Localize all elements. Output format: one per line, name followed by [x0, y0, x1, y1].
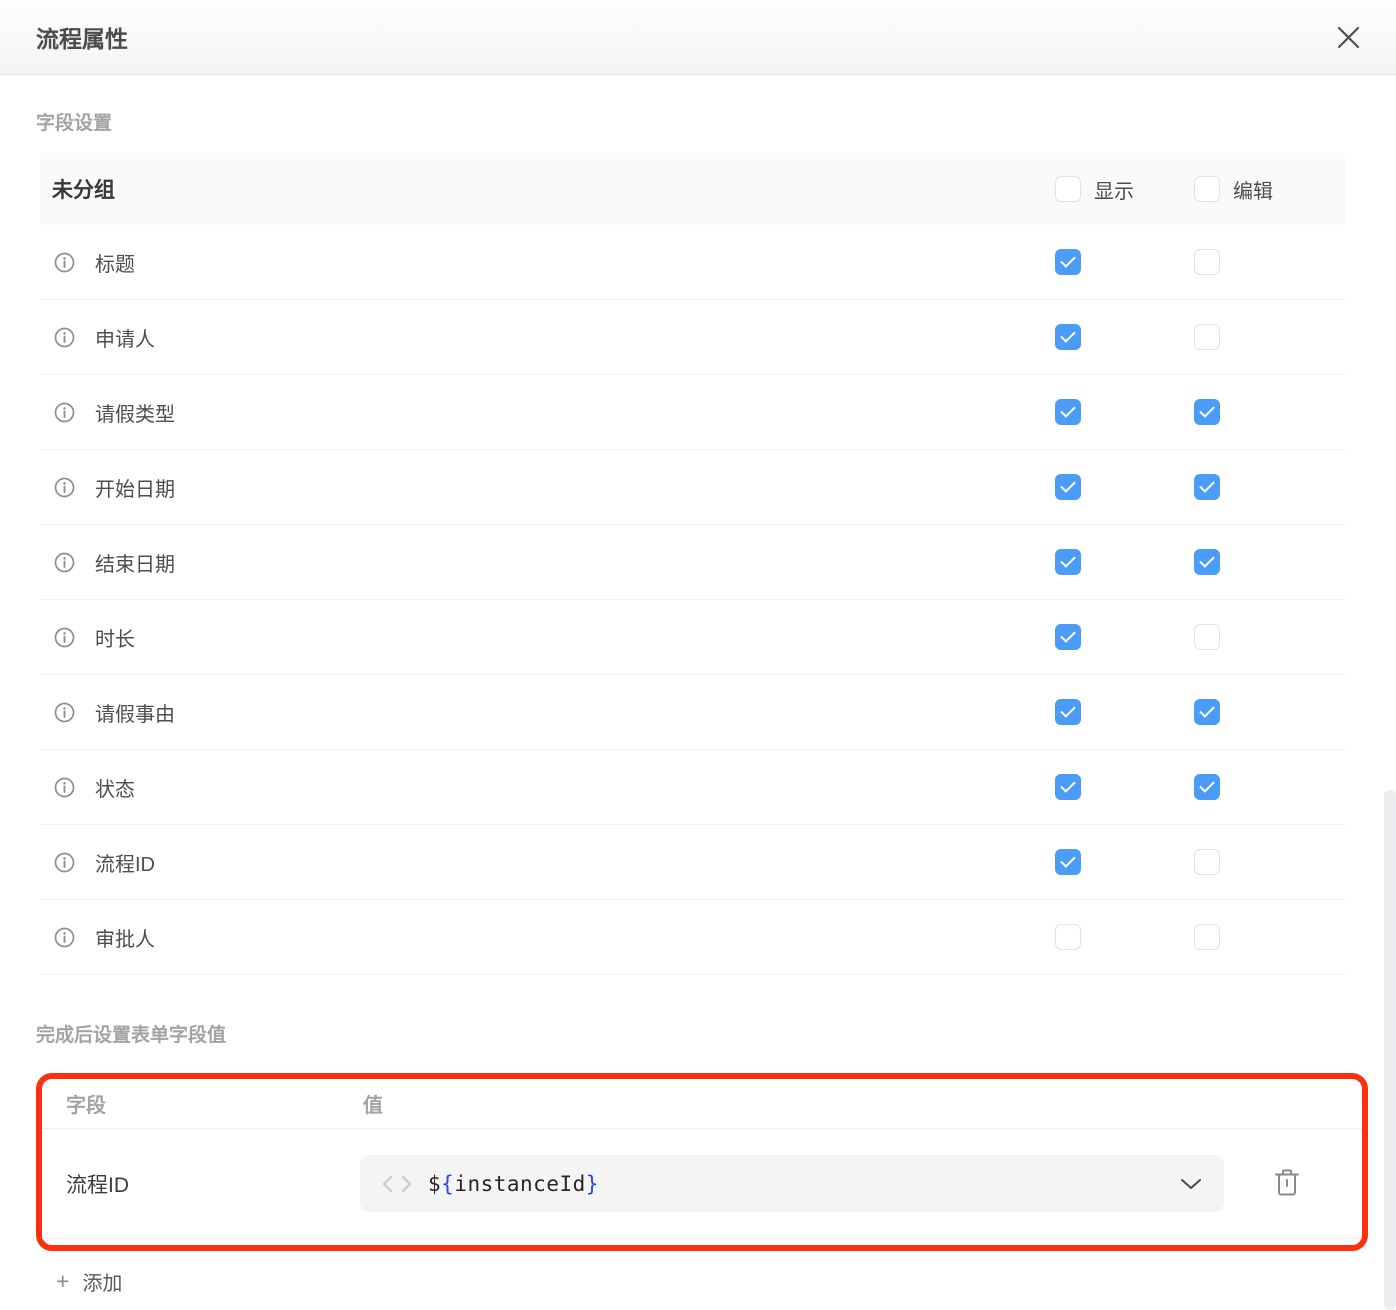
- field-label: 状态: [95, 773, 135, 802]
- value-expression: ${instanceId}: [428, 1172, 599, 1196]
- field-row: 申请人: [40, 300, 1345, 375]
- info-icon: [54, 627, 75, 648]
- display-checkbox[interactable]: [1055, 549, 1081, 575]
- info-icon: [54, 402, 75, 423]
- display-checkbox[interactable]: [1055, 924, 1081, 950]
- display-checkbox[interactable]: [1055, 624, 1081, 650]
- info-icon: [54, 552, 75, 573]
- edit-checkbox[interactable]: [1194, 549, 1220, 575]
- annotation-red-box: 字段 值 流程ID ${instanceId}: [36, 1073, 1368, 1251]
- post-completion-field-name: 流程ID: [66, 1169, 129, 1199]
- dialog-header: 流程属性: [0, 0, 1396, 75]
- field-settings-table: 未分组 显示 编辑 标题申请人请假类型开始日期结束日期时长请假事由状态流程ID 审…: [40, 153, 1345, 975]
- info-icon: [54, 927, 75, 948]
- scrollbar-thumb[interactable]: [1384, 790, 1396, 1310]
- delete-row-button[interactable]: [1274, 1169, 1300, 1197]
- add-button-label: 添加: [82, 1267, 122, 1296]
- edit-checkbox[interactable]: [1194, 849, 1220, 875]
- edit-checkbox[interactable]: [1194, 924, 1220, 950]
- field-row: 时长: [40, 600, 1345, 675]
- post-completion-header-row: 字段 值: [42, 1079, 1362, 1129]
- edit-checkbox[interactable]: [1194, 474, 1220, 500]
- field-row: 审批人: [40, 900, 1345, 975]
- field-settings-section-title: 字段设置: [36, 108, 1396, 135]
- info-icon: [54, 852, 75, 873]
- field-row: 状态: [40, 750, 1345, 825]
- dialog-body: 字段设置 未分组 显示 编辑 标题申请人请假类型开始日期结束日期时长请假事由状态…: [0, 108, 1396, 1296]
- field-label: 标题: [95, 248, 135, 277]
- display-checkbox[interactable]: [1055, 249, 1081, 275]
- display-checkbox[interactable]: [1055, 849, 1081, 875]
- field-row: 请假事由: [40, 675, 1345, 750]
- info-icon: [54, 777, 75, 798]
- display-column-label: 显示: [1094, 175, 1134, 204]
- field-rows: 标题申请人请假类型开始日期结束日期时长请假事由状态流程ID 审批人: [40, 225, 1345, 975]
- field-row: 请假类型: [40, 375, 1345, 450]
- field-label: 时长: [95, 623, 135, 652]
- field-row: 开始日期: [40, 450, 1345, 525]
- field-row: 标题: [40, 225, 1345, 300]
- group-name: 未分组: [52, 174, 115, 204]
- plus-icon: +: [56, 1270, 69, 1293]
- field-label: 开始日期: [95, 473, 175, 502]
- field-label: 审批人: [95, 923, 155, 952]
- value-column-header: 值: [363, 1089, 383, 1118]
- display-checkbox[interactable]: [1055, 699, 1081, 725]
- close-button[interactable]: [1330, 19, 1366, 55]
- edit-checkbox[interactable]: [1194, 399, 1220, 425]
- display-checkbox[interactable]: [1055, 399, 1081, 425]
- edit-checkbox[interactable]: [1194, 324, 1220, 350]
- edit-all-checkbox[interactable]: [1194, 176, 1220, 202]
- info-icon: [54, 702, 75, 723]
- field-column-header: 字段: [66, 1089, 106, 1118]
- close-icon: [1335, 24, 1362, 51]
- field-row: 结束日期: [40, 525, 1345, 600]
- process-properties-dialog: 流程属性 字段设置 未分组 显示 编辑 标题申请人请假类型开始日期结束日期时长请…: [0, 0, 1396, 1306]
- edit-checkbox[interactable]: [1194, 699, 1220, 725]
- info-icon: [54, 327, 75, 348]
- field-row: 流程ID: [40, 825, 1345, 900]
- value-select[interactable]: ${instanceId}: [360, 1155, 1224, 1212]
- display-checkbox[interactable]: [1055, 474, 1081, 500]
- edit-column-label: 编辑: [1233, 175, 1273, 204]
- post-completion-section-title: 完成后设置表单字段值: [36, 1020, 1396, 1047]
- post-completion-row: 流程ID ${instanceId}: [42, 1129, 1362, 1239]
- info-icon: [54, 477, 75, 498]
- display-checkbox[interactable]: [1055, 324, 1081, 350]
- field-label: 流程ID: [95, 848, 155, 877]
- field-label: 结束日期: [95, 548, 175, 577]
- display-all-checkbox[interactable]: [1055, 176, 1081, 202]
- trash-icon: [1274, 1169, 1300, 1197]
- info-icon: [54, 252, 75, 273]
- display-checkbox[interactable]: [1055, 774, 1081, 800]
- field-label: 请假类型: [95, 398, 175, 427]
- dialog-title: 流程属性: [36, 20, 128, 54]
- add-field-button[interactable]: + 添加: [56, 1267, 122, 1296]
- group-header-row: 未分组 显示 编辑: [40, 153, 1345, 225]
- code-icon: [382, 1175, 412, 1193]
- field-label: 申请人: [95, 323, 155, 352]
- edit-checkbox[interactable]: [1194, 249, 1220, 275]
- edit-checkbox[interactable]: [1194, 624, 1220, 650]
- field-label: 请假事由: [95, 698, 175, 727]
- chevron-down-icon: [1180, 1178, 1202, 1190]
- edit-checkbox[interactable]: [1194, 774, 1220, 800]
